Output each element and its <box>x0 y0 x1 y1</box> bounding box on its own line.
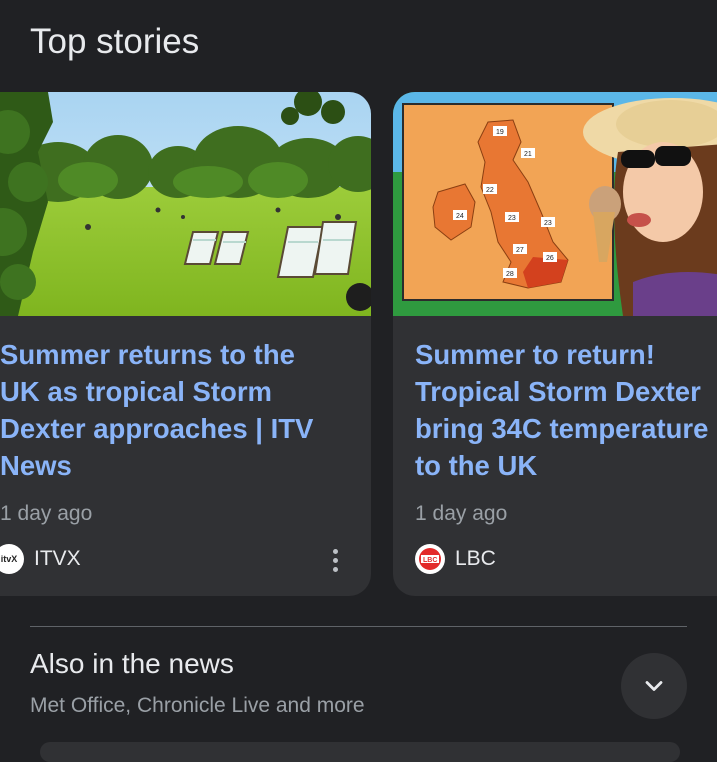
story-headline[interactable]: Summer returns to the UK as tropical Sto… <box>0 336 345 484</box>
story-source: LBC LBC <box>415 544 496 574</box>
map-temp-label: 27 <box>516 247 524 254</box>
map-temp-label: 28 <box>506 271 514 278</box>
story-card-itv[interactable]: Summer returns to the UK as tropical Sto… <box>0 92 371 596</box>
story-card-lbc[interactable]: 19 22 23 23 24 26 27 28 21 Summer to ret… <box>393 92 717 596</box>
story-time: 1 day ago <box>415 502 508 525</box>
headline-line[interactable]: Summer returns to the <box>0 336 345 373</box>
map-temp-label: 22 <box>486 187 494 194</box>
itvx-logo-icon: itvX <box>0 544 24 574</box>
lbc-logo-text: LBC <box>423 557 437 564</box>
map-temp-label: 21 <box>524 151 532 158</box>
section-title: Top stories <box>30 22 200 61</box>
more-vert-icon[interactable] <box>322 544 348 576</box>
story-image-park[interactable] <box>0 92 371 316</box>
map-temp-label: 24 <box>456 213 464 220</box>
headline-line[interactable]: UK as tropical Storm <box>0 373 345 410</box>
section-divider <box>30 626 687 627</box>
expand-button[interactable] <box>621 653 687 719</box>
next-card-edge <box>40 742 680 762</box>
also-in-news-title[interactable]: Also in the news <box>30 648 234 680</box>
park-deckchairs-photo <box>0 92 371 316</box>
story-headline[interactable]: Summer to return! Tropical Storm Dexter … <box>415 336 717 484</box>
map-temp-label: 26 <box>546 255 554 262</box>
uk-heat-map-photo: 19 22 23 23 24 26 27 28 21 <box>393 92 717 316</box>
chevron-down-icon <box>645 681 663 691</box>
map-temp-label: 23 <box>508 215 516 222</box>
also-in-news-subtitle[interactable]: Met Office, Chronicle Live and more <box>30 694 365 718</box>
headline-line[interactable]: Summer to return! <box>415 336 717 373</box>
story-time: 1 day ago <box>0 502 93 525</box>
headline-line[interactable]: News <box>0 447 345 484</box>
headline-line[interactable]: bring 34C temperature <box>415 410 717 447</box>
lbc-logo-icon: LBC <box>415 544 445 574</box>
map-temp-label: 19 <box>496 129 504 136</box>
story-source: itvX ITVX <box>0 544 81 574</box>
top-stories-carousel[interactable]: Summer returns to the UK as tropical Sto… <box>0 92 717 598</box>
headline-line[interactable]: Tropical Storm Dexter <box>415 373 717 410</box>
headline-line[interactable]: Dexter approaches | ITV <box>0 410 345 447</box>
source-name: ITVX <box>34 547 81 570</box>
headline-line[interactable]: to the UK <box>415 447 717 484</box>
story-image-heatmap[interactable]: 19 22 23 23 24 26 27 28 21 <box>393 92 717 316</box>
source-name: LBC <box>455 547 496 570</box>
map-temp-label: 23 <box>544 220 552 227</box>
